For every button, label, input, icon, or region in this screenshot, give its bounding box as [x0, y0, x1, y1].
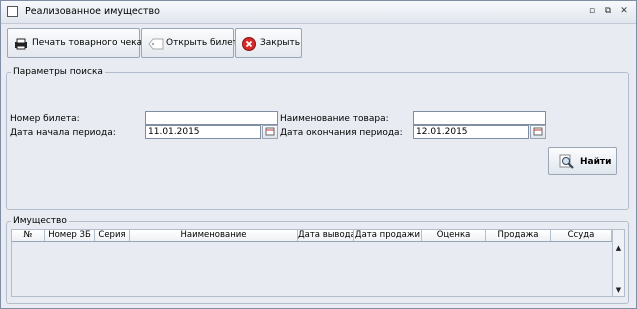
find-label: Найти: [580, 157, 612, 167]
column-withdraw-date[interactable]: Дата вывода: [298, 230, 354, 241]
window-icon: [7, 6, 18, 17]
property-table-body[interactable]: [11, 242, 612, 297]
column-loan[interactable]: Ссуда: [551, 230, 611, 241]
toolbar: Печать товарного чека Открыть билет Закр…: [7, 28, 627, 60]
end-calendar-button[interactable]: [530, 125, 546, 139]
column-sale-date[interactable]: Дата продажи: [354, 230, 422, 241]
scroll-up-icon[interactable]: ▲: [614, 243, 623, 253]
maximize-icon[interactable]: ⧉: [602, 5, 614, 17]
printer-icon: [15, 38, 27, 50]
ticket-icon: [148, 38, 164, 50]
open-ticket-label: Открыть билет: [166, 38, 238, 48]
vertical-scrollbar[interactable]: ▲ ▼: [612, 229, 625, 297]
calendar-icon: [533, 127, 543, 136]
minimize-icon[interactable]: ▫: [586, 5, 598, 17]
find-button[interactable]: Найти: [548, 147, 617, 175]
product-name-input[interactable]: [413, 111, 546, 125]
ticket-number-input[interactable]: [145, 111, 278, 125]
ticket-number-label: Номер билета:: [10, 114, 80, 124]
column-zb-number[interactable]: Номер ЗБ: [45, 230, 95, 241]
close-button[interactable]: Закрыть: [235, 28, 302, 58]
period-end-label: Дата окончания периода:: [280, 128, 403, 138]
property-legend: Имущество: [13, 216, 67, 226]
column-series[interactable]: Серия: [95, 230, 130, 241]
column-number[interactable]: №: [12, 230, 45, 241]
search-icon: [559, 154, 574, 169]
column-assessment[interactable]: Оценка: [422, 230, 486, 241]
title-bar[interactable]: Реализованное имущество ▫ ⧉ ✕: [1, 1, 636, 24]
property-table-header: № Номер ЗБ Серия Наименование Дата вывод…: [11, 229, 612, 242]
close-red-icon: [242, 37, 256, 51]
print-receipt-button[interactable]: Печать товарного чека: [7, 28, 143, 58]
close-label: Закрыть: [260, 38, 301, 48]
column-sale[interactable]: Продажа: [486, 230, 551, 241]
product-name-label: Наименование товара:: [280, 114, 389, 124]
period-end-input[interactable]: 12.01.2015: [413, 125, 529, 139]
search-params-legend: Параметры поиска: [13, 67, 103, 77]
calendar-icon: [265, 127, 275, 136]
scroll-down-icon[interactable]: ▼: [614, 285, 623, 295]
app-window: Реализованное имущество ▫ ⧉ ✕ Печать тов…: [0, 0, 637, 309]
period-start-label: Дата начала периода:: [10, 128, 116, 138]
window-title: Реализованное имущество: [25, 6, 160, 17]
column-name[interactable]: Наименование: [130, 230, 298, 241]
print-receipt-label: Печать товарного чека: [32, 38, 143, 48]
open-ticket-button[interactable]: Открыть билет: [141, 28, 238, 58]
period-start-input[interactable]: 11.01.2015: [145, 125, 261, 139]
start-calendar-button[interactable]: [262, 125, 278, 139]
close-icon[interactable]: ✕: [618, 5, 630, 17]
